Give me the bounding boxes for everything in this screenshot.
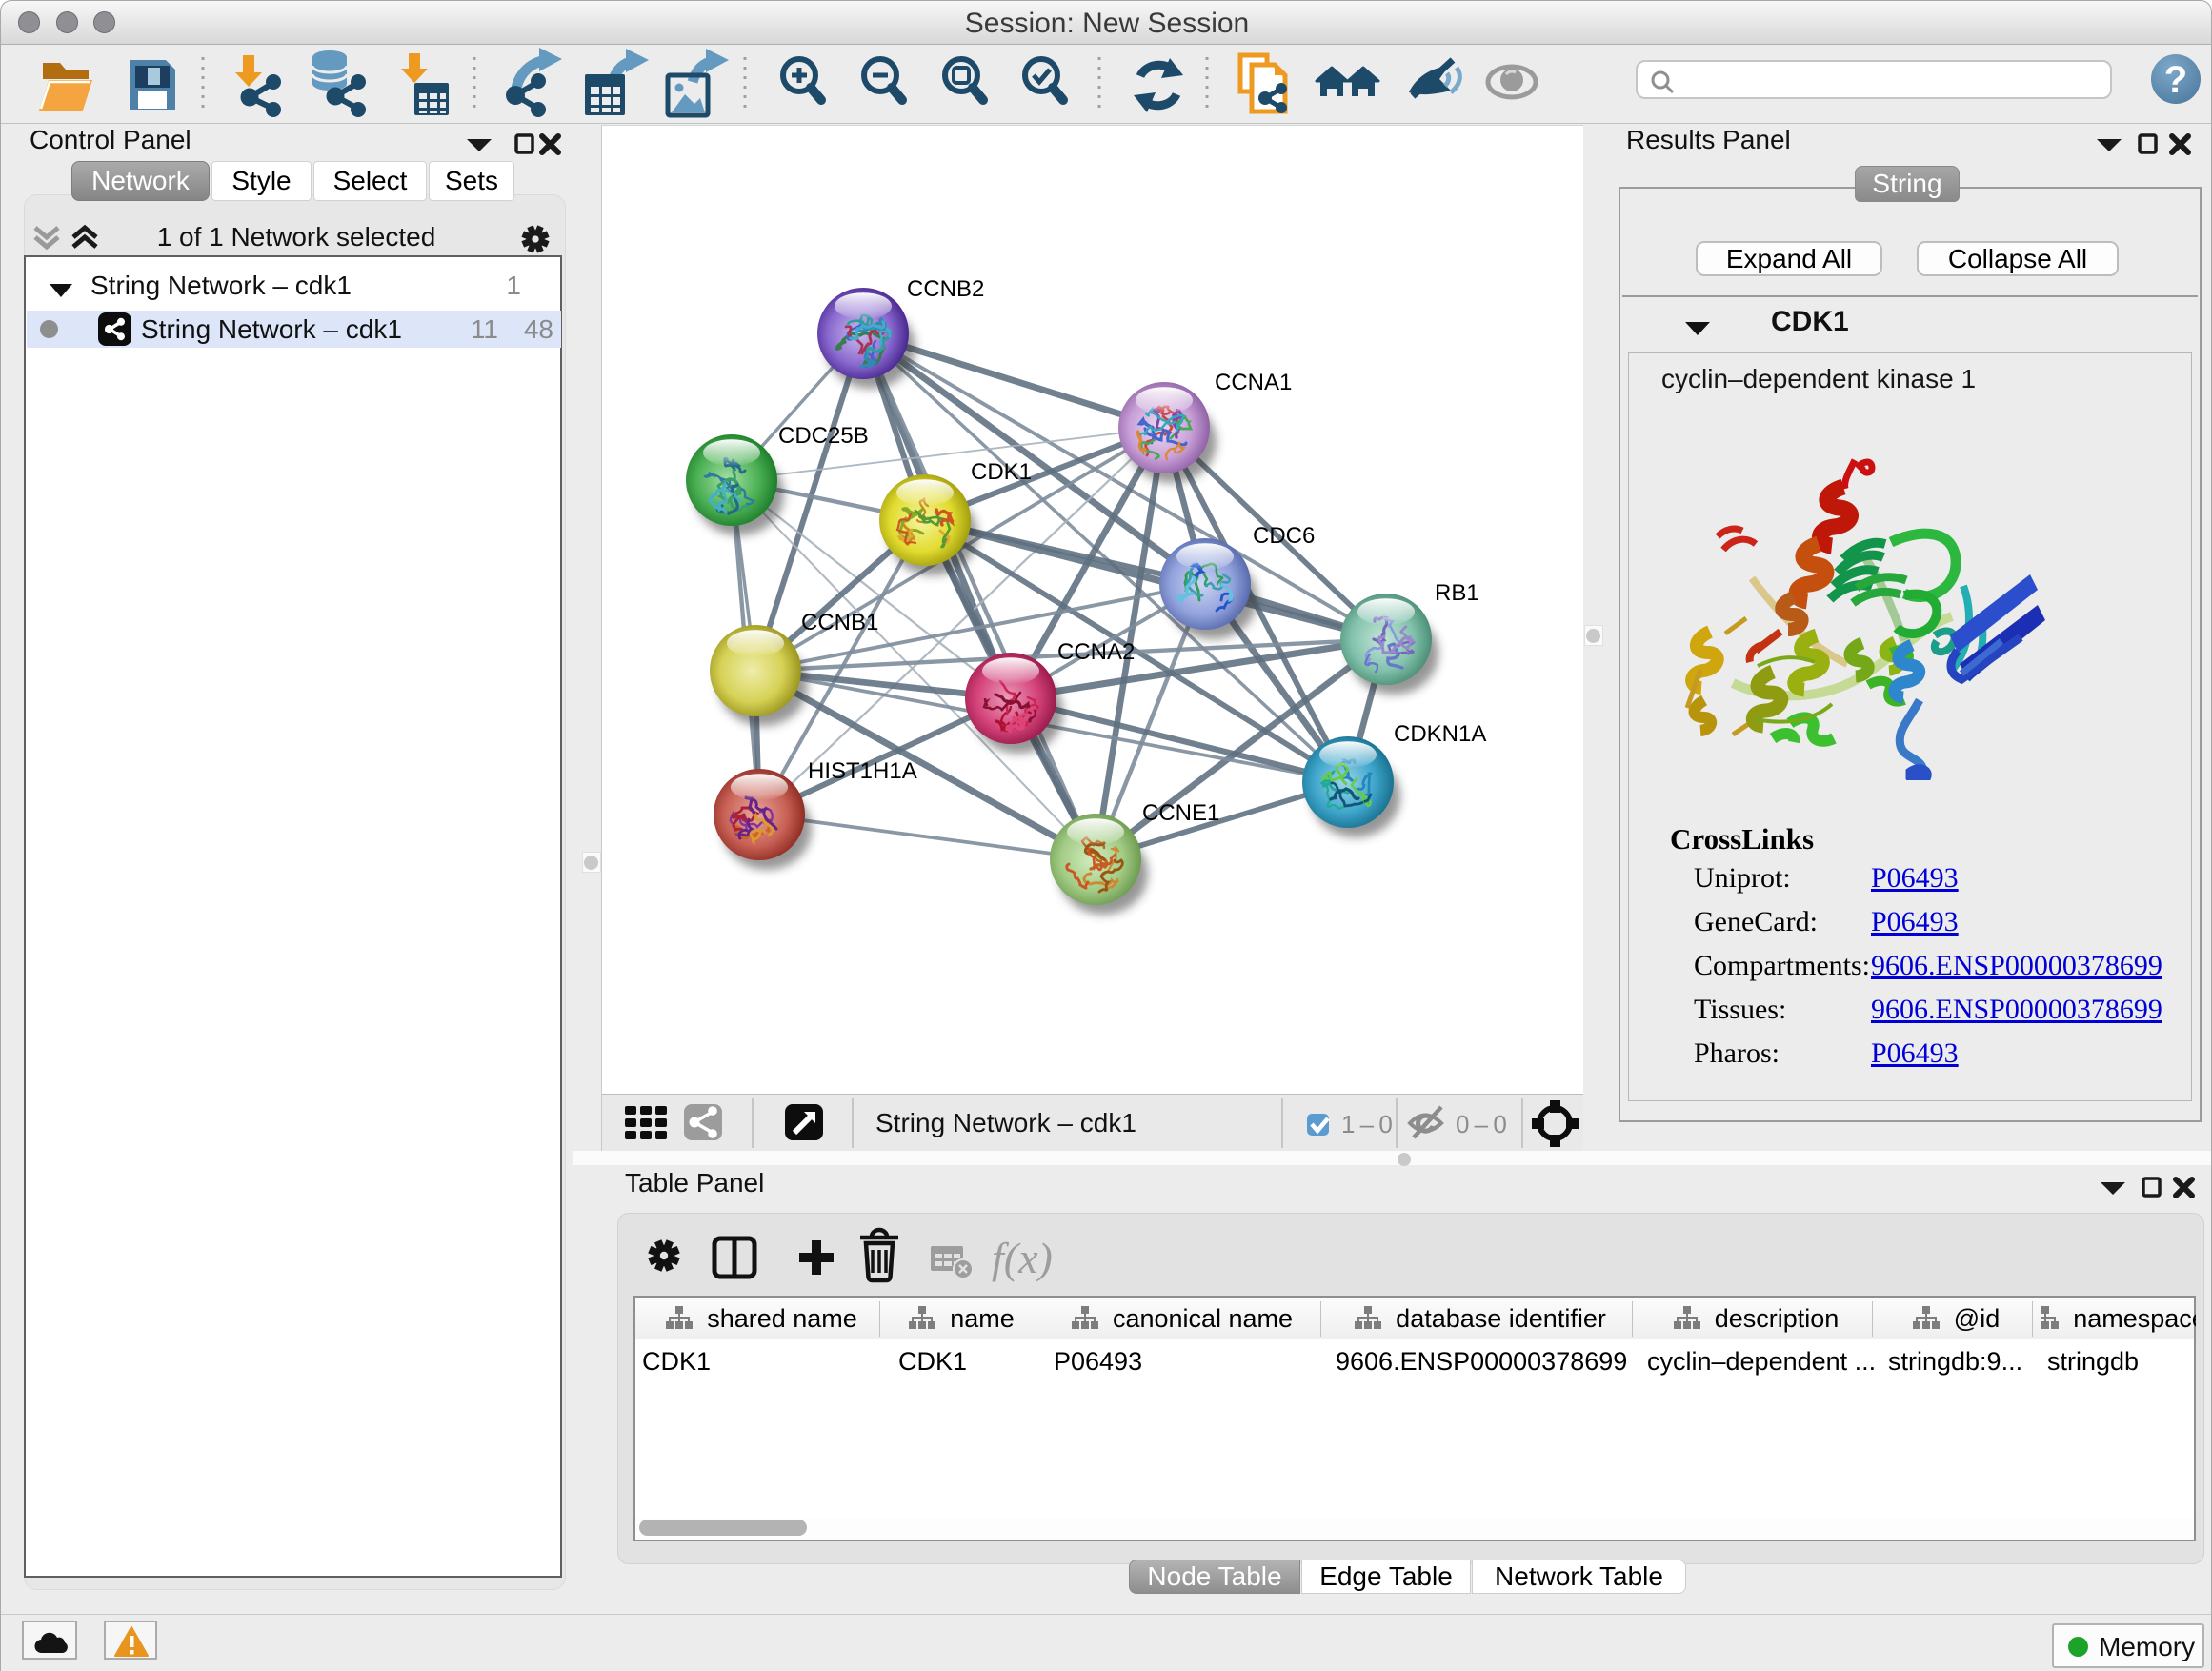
- svg-text:CCNB1: CCNB1: [801, 610, 878, 635]
- svg-text:CCNB2: CCNB2: [907, 276, 984, 302]
- svg-text:HIST1H1A: HIST1H1A: [808, 758, 917, 784]
- svg-text:f(x): f(x): [992, 1234, 1053, 1282]
- svg-text:?: ?: [2164, 59, 2187, 101]
- svg-text:CCNA2: CCNA2: [1057, 639, 1135, 665]
- svg-text:CDKN1A: CDKN1A: [1394, 721, 1486, 747]
- svg-text:CDC25B: CDC25B: [778, 423, 869, 449]
- svg-text:CCNE1: CCNE1: [1142, 800, 1219, 826]
- svg-text:CDK1: CDK1: [971, 459, 1032, 485]
- svg-text:CCNA1: CCNA1: [1215, 370, 1292, 395]
- svg-text:1 – 0: 1 – 0: [1341, 1110, 1393, 1138]
- svg-text:0 – 0: 0 – 0: [1456, 1110, 1507, 1138]
- svg-text:RB1: RB1: [1435, 580, 1479, 606]
- svg-text:CDC6: CDC6: [1253, 523, 1315, 549]
